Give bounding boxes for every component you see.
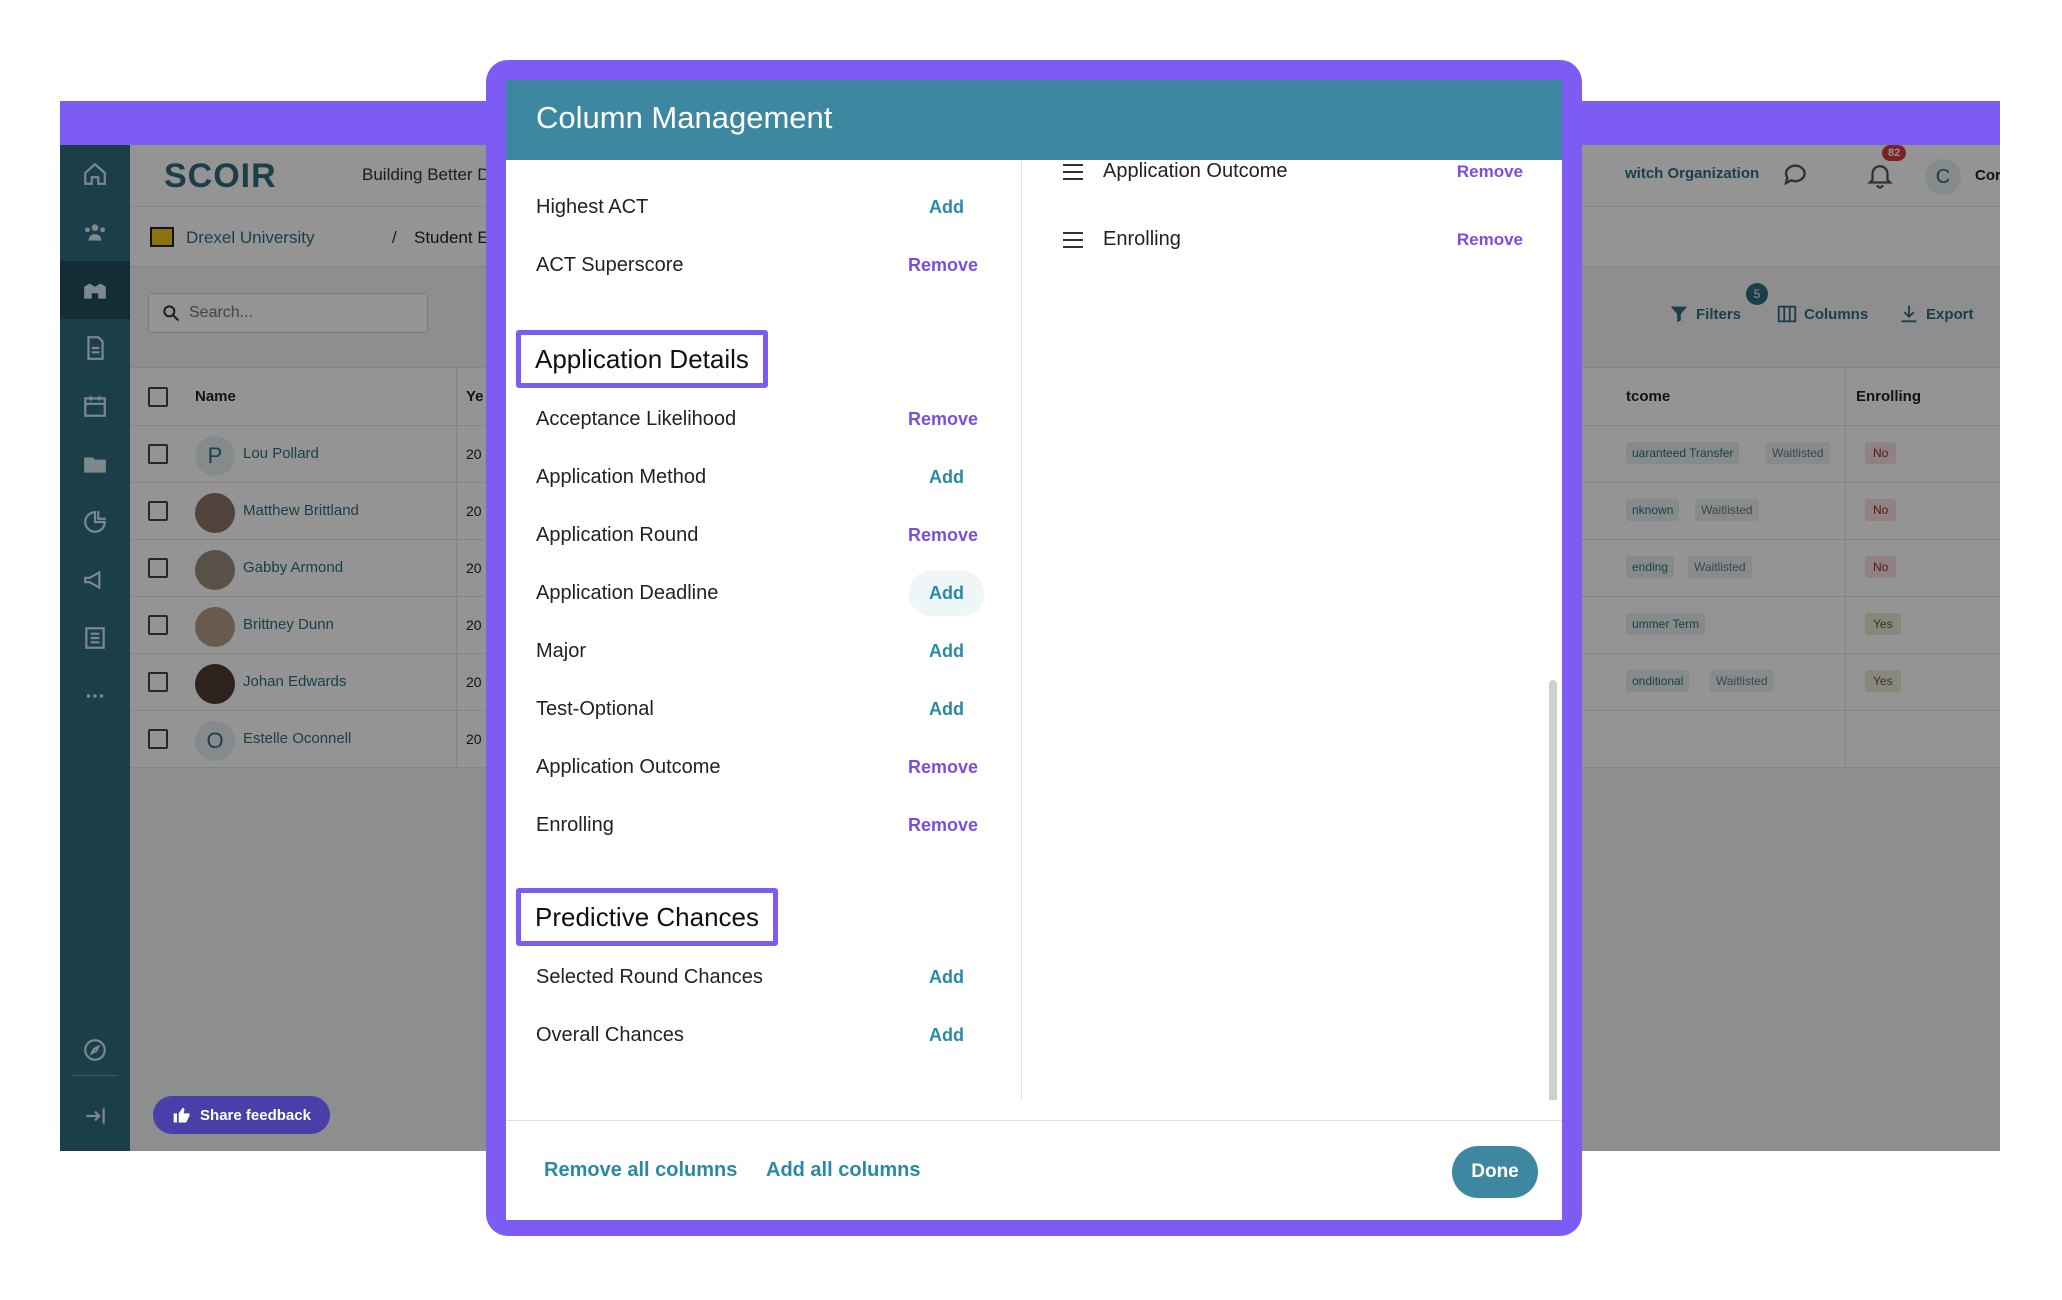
- column-management-dialog: Column Management Highest ACT Add ACT Su…: [506, 80, 1562, 1220]
- column-label: Test-Optional: [536, 698, 654, 720]
- selected-column-enrolling[interactable]: Enrolling Remove: [1063, 222, 1523, 262]
- add-button[interactable]: Add: [929, 699, 964, 720]
- column-option-application-outcome: Application Outcome Remove: [536, 748, 996, 788]
- available-columns-pane[interactable]: Highest ACT Add ACT Superscore Remove Ap…: [506, 160, 1022, 1100]
- section-predictive-chances: Predictive Chances: [516, 888, 778, 946]
- remove-button[interactable]: Remove: [908, 255, 978, 276]
- column-option-highest-act: Highest ACT Add: [536, 188, 996, 228]
- column-label: Application Outcome: [536, 756, 721, 778]
- column-label: Enrolling: [536, 814, 614, 836]
- dialog-footer: Remove all columns Add all columns Done: [506, 1120, 1562, 1220]
- column-option-acceptance-likelihood: Acceptance Likelihood Remove: [536, 400, 996, 440]
- add-button[interactable]: Add: [909, 571, 984, 616]
- column-option-overall-chances: Overall Chances Add: [536, 1016, 996, 1056]
- column-label: Application Deadline: [536, 582, 719, 604]
- remove-button[interactable]: Remove: [908, 525, 978, 546]
- column-label: Highest ACT: [536, 196, 649, 218]
- remove-button[interactable]: Remove: [1457, 230, 1523, 250]
- section-application-details: Application Details: [516, 330, 768, 388]
- add-button[interactable]: Add: [929, 641, 964, 662]
- add-all-columns-button[interactable]: Add all columns: [766, 1159, 920, 1182]
- column-label: Overall Chances: [536, 1024, 684, 1046]
- column-option-application-method: Application Method Add: [536, 458, 996, 498]
- add-button[interactable]: Add: [929, 467, 964, 488]
- selected-column-label: Enrolling: [1103, 228, 1181, 250]
- remove-button[interactable]: Remove: [1457, 162, 1523, 182]
- remove-button[interactable]: Remove: [908, 815, 978, 836]
- column-option-application-deadline: Application Deadline Add: [536, 571, 996, 616]
- add-button[interactable]: Add: [929, 1025, 964, 1046]
- share-feedback-button[interactable]: Share feedback: [153, 1096, 330, 1134]
- done-button[interactable]: Done: [1452, 1146, 1538, 1198]
- section-title: Predictive Chances: [535, 901, 759, 932]
- share-feedback-label: Share feedback: [200, 1106, 311, 1124]
- column-option-selected-round-chances: Selected Round Chances Add: [536, 958, 996, 998]
- section-title: Application Details: [535, 343, 749, 374]
- drag-handle-icon[interactable]: [1063, 232, 1083, 250]
- remove-button[interactable]: Remove: [908, 757, 978, 778]
- selected-columns-pane[interactable]: Application Outcome Remove Enrolling Rem…: [1023, 160, 1562, 1100]
- column-label: Application Method: [536, 466, 707, 488]
- column-option-major: Major Add: [536, 632, 996, 672]
- add-button[interactable]: Add: [929, 197, 964, 218]
- add-button[interactable]: Add: [929, 967, 964, 988]
- remove-all-columns-button[interactable]: Remove all columns: [544, 1159, 737, 1182]
- remove-button[interactable]: Remove: [908, 409, 978, 430]
- column-label: Acceptance Likelihood: [536, 408, 737, 430]
- dialog-header: Column Management: [506, 80, 1562, 160]
- column-option-act-superscore: ACT Superscore Remove: [536, 246, 996, 286]
- column-option-enrolling: Enrolling Remove: [536, 806, 996, 846]
- column-label: Major: [536, 640, 587, 662]
- column-label: ACT Superscore: [536, 254, 684, 276]
- selected-column-label: Application Outcome: [1103, 160, 1288, 182]
- column-label: Selected Round Chances: [536, 966, 763, 988]
- drag-handle-icon[interactable]: [1063, 164, 1083, 182]
- column-option-application-round: Application Round Remove: [536, 516, 996, 556]
- dialog-title: Column Management: [536, 100, 833, 135]
- column-label: Application Round: [536, 524, 699, 546]
- selected-column-application-outcome[interactable]: Application Outcome Remove: [1063, 160, 1523, 194]
- scrollbar[interactable]: [1549, 680, 1557, 1100]
- column-option-test-optional: Test-Optional Add: [536, 690, 996, 730]
- thumbs-up-icon: [173, 1107, 190, 1123]
